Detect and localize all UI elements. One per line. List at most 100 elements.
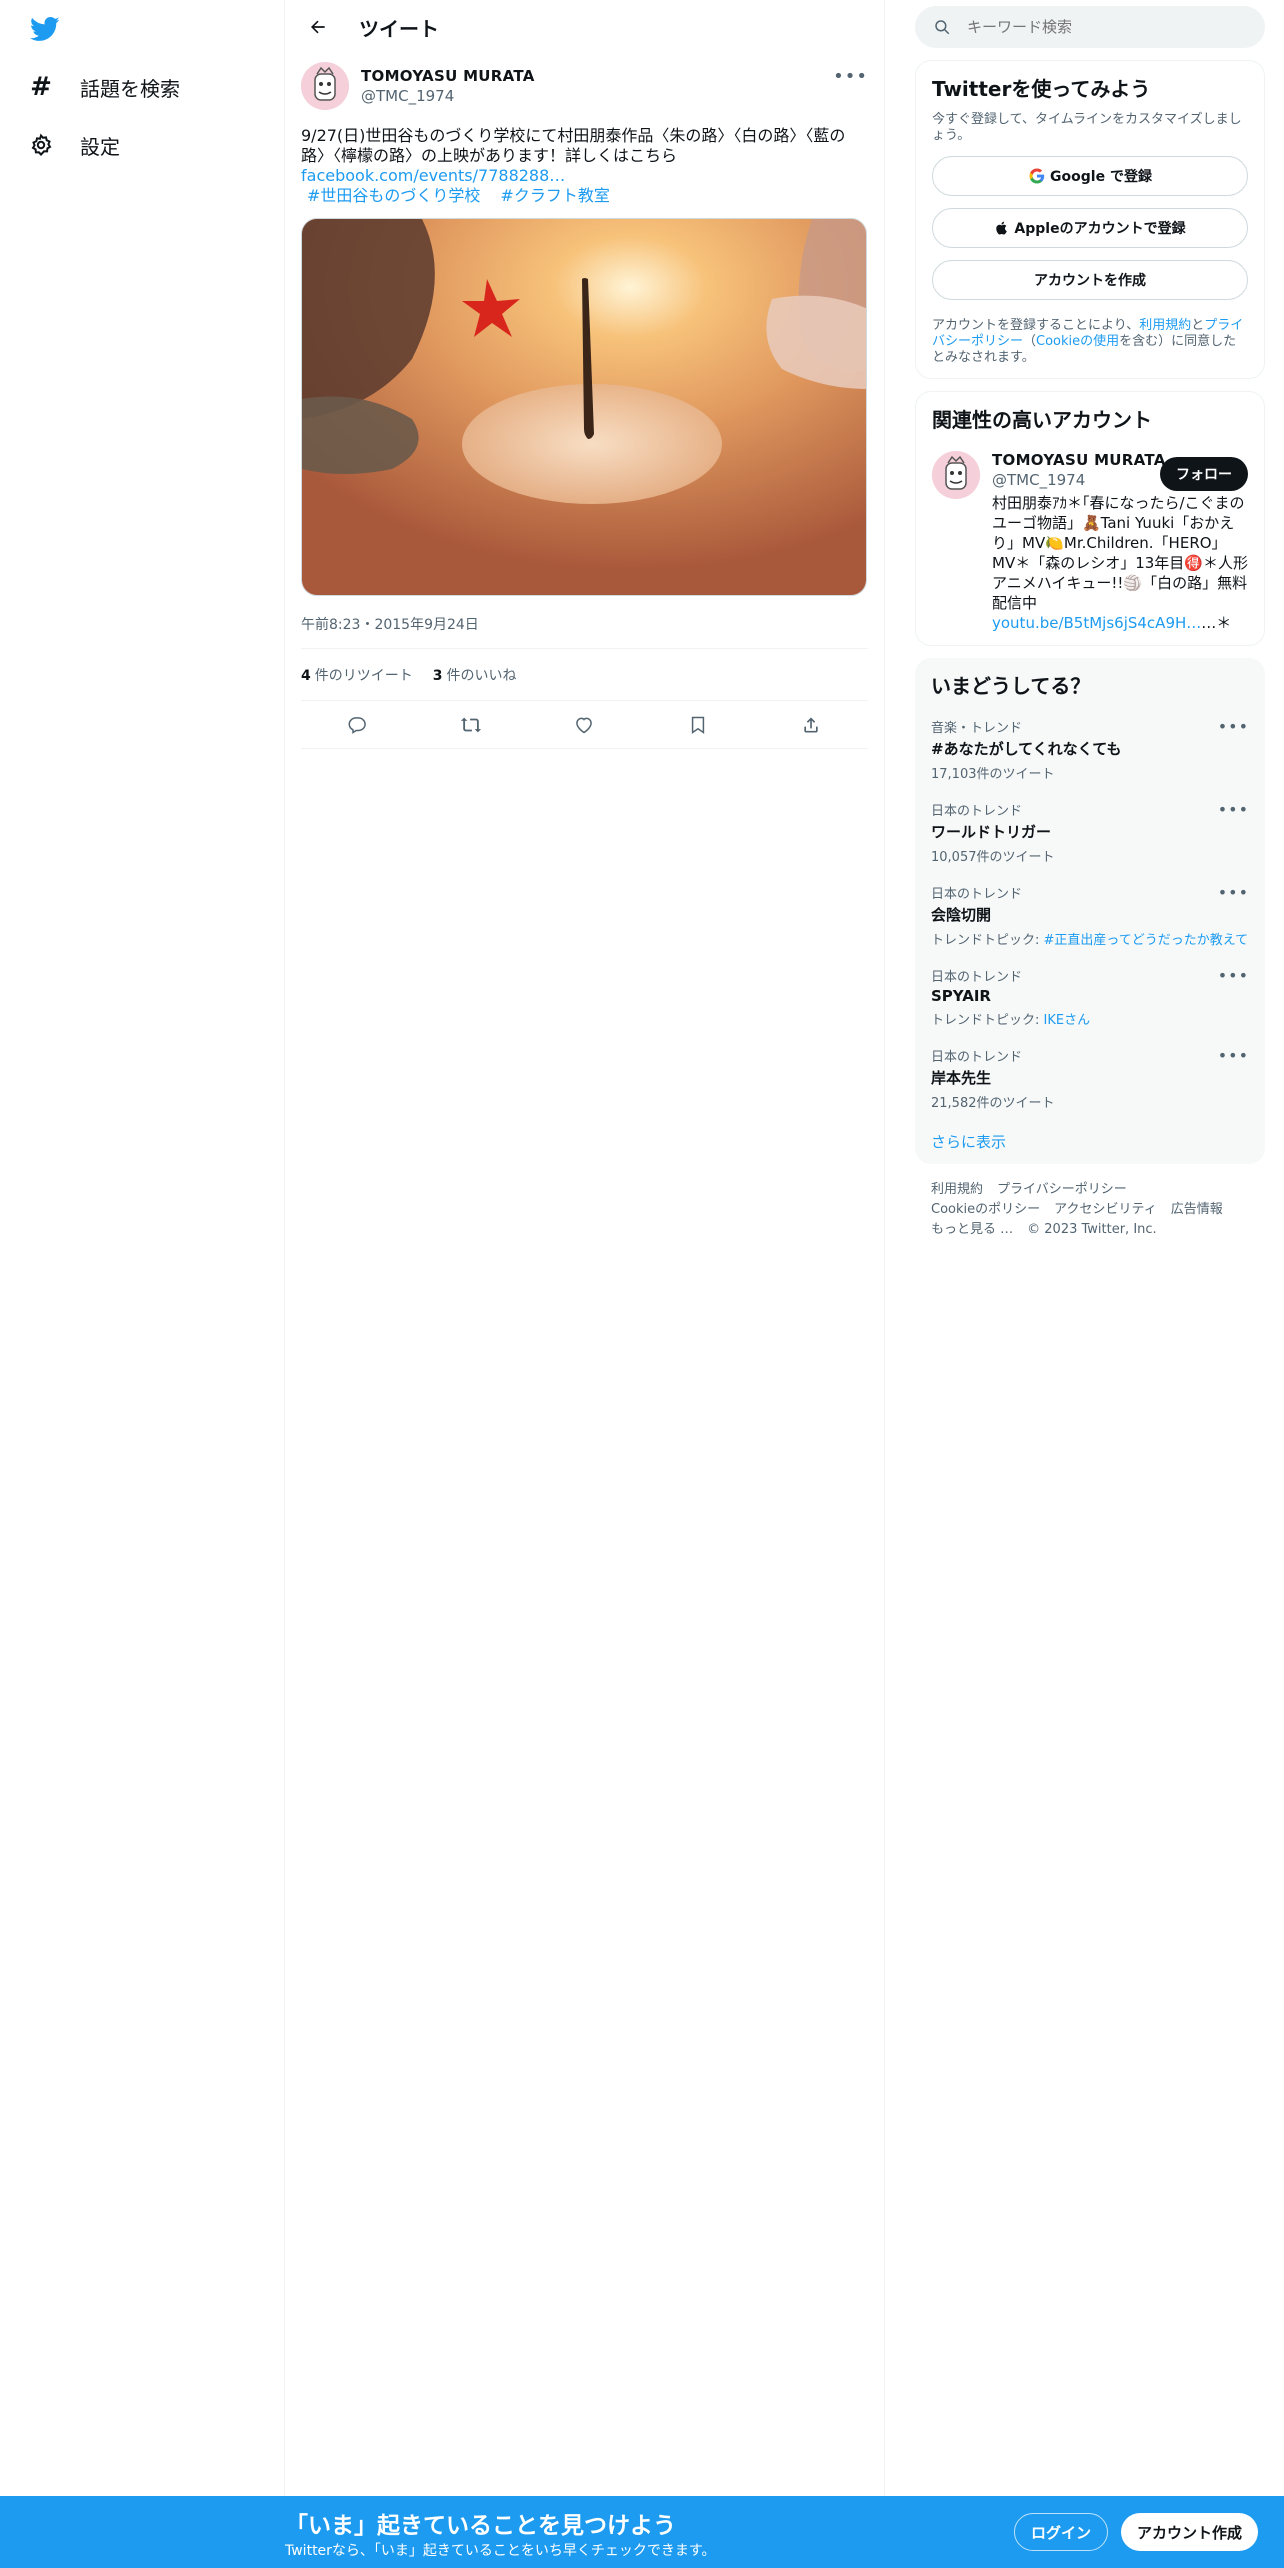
like-heart-icon[interactable]: [566, 707, 602, 743]
tweet-stats: 4 件のリツイート 3 件のいいね: [301, 649, 868, 701]
trend-topic-link[interactable]: IKEさん: [1044, 1013, 1091, 1028]
signup-card: Twitterを使ってみよう 今すぐ登録して、タイムラインをカスタマイズしましょ…: [915, 60, 1265, 379]
google-signup-label: Google で登録: [1050, 169, 1152, 185]
related-account-row[interactable]: TOMOYASU MURATA @TMC_1974 村田朋泰ｱｶ＊｢春になったら…: [932, 451, 1248, 633]
tweet-link[interactable]: facebook.com/events/7788288…: [301, 166, 565, 185]
retweet-icon[interactable]: [453, 707, 489, 743]
create-account-button[interactable]: アカウントを作成: [932, 260, 1248, 300]
legal-and: と: [1191, 318, 1205, 333]
bookmark-icon[interactable]: [680, 707, 716, 743]
likes-stat[interactable]: 3 件のいいね: [433, 665, 517, 685]
more-options-icon[interactable]: •••: [833, 66, 868, 87]
footer-link[interactable]: 利用規約: [931, 1182, 983, 1197]
signup-button[interactable]: アカウント作成: [1121, 2513, 1259, 2551]
trend-topic: トレンドトピック: #正直出産ってどうだったか教えて: [931, 929, 1249, 948]
trend-name: #あなたがしてくれなくても: [931, 740, 1122, 758]
cookie-link[interactable]: Cookieの使用: [1036, 334, 1119, 349]
nav-settings[interactable]: 設定: [26, 120, 120, 170]
more-options-icon[interactable]: •••: [1218, 883, 1249, 902]
trend-item[interactable]: 日本のトレンド ワールドトリガー 10,057件のツイート •••: [931, 792, 1249, 875]
trends-list: 音楽・トレンド #あなたがしてくれなくても 17,103件のツイート ••• 日…: [931, 709, 1249, 1121]
follow-button[interactable]: フォロー: [1160, 457, 1248, 491]
signup-title: Twitterを使ってみよう: [932, 77, 1151, 101]
share-icon[interactable]: [793, 707, 829, 743]
trend-topic-label: トレンドトピック:: [931, 1013, 1044, 1028]
left-navigation: # 話題を検索 設定: [0, 0, 285, 2568]
trend-meta: 日本のトレンド: [931, 1050, 1023, 1065]
login-button[interactable]: ログイン: [1014, 2513, 1109, 2551]
more-options-icon[interactable]: •••: [1218, 717, 1249, 736]
trend-meta: 日本のトレンド: [931, 970, 1023, 985]
reply-icon[interactable]: [340, 707, 376, 743]
likes-count: 3: [432, 667, 443, 684]
trend-item[interactable]: 日本のトレンド SPYAIR トレンドトピック: IKEさん •••: [931, 958, 1249, 1038]
hashtag-icon: #: [30, 72, 52, 102]
google-icon: [1029, 168, 1045, 184]
avatar[interactable]: [301, 62, 349, 110]
footer-row-1: 利用規約 プライバシーポリシー: [931, 1180, 1249, 1200]
search-icon: [935, 20, 950, 35]
search-input[interactable]: [967, 18, 1227, 36]
nav-settings-label: 設定: [80, 134, 120, 159]
tweet-actions: [301, 701, 868, 749]
create-account-label: アカウントを作成: [1034, 273, 1146, 289]
avatar[interactable]: [932, 451, 980, 499]
author-info[interactable]: TOMOYASU MURATA @TMC_1974: [361, 67, 535, 105]
tweet-body: 9/27(日)世田谷ものづくり学校にて村田朋泰作品〈朱の路〉〈白の路〉〈藍の路〉…: [301, 126, 846, 165]
search-bar[interactable]: [915, 6, 1265, 48]
tweet-timestamp[interactable]: 午前8:23・2015年9月24日: [301, 614, 868, 649]
show-more-link[interactable]: さらに表示: [931, 1131, 1249, 1152]
main-column: ツイート TOMOYASU MURATA @TMC_1974 ••• 9/27(…: [285, 0, 885, 2568]
apple-signup-button[interactable]: Appleのアカウントで登録: [932, 208, 1248, 248]
back-button[interactable]: [301, 10, 335, 44]
trend-item[interactable]: 日本のトレンド 岸本先生 21,582件のツイート •••: [931, 1038, 1249, 1121]
tweet-author-row: TOMOYASU MURATA @TMC_1974 •••: [301, 54, 868, 118]
retweets-stat[interactable]: 4 件のリツイート: [301, 665, 413, 685]
related-bio-tail: …＊: [1201, 614, 1232, 632]
banner-title: 「いま」起きていることを見つけよう: [285, 2513, 676, 2539]
apple-signup-label: Appleのアカウントで登録: [1014, 221, 1186, 237]
more-options-icon[interactable]: •••: [1218, 1046, 1249, 1065]
hashtag-link[interactable]: #クラフト教室: [500, 186, 609, 205]
more-options-icon[interactable]: •••: [1218, 966, 1249, 985]
bottom-signup-banner: 「いま」起きていることを見つけよう Twitterなら、「いま」起きていることを…: [0, 2496, 1284, 2568]
trend-name: 会陰切開: [931, 906, 992, 924]
footer-link[interactable]: Cookieのポリシー: [931, 1202, 1040, 1217]
nav-explore[interactable]: # 話題を検索: [26, 62, 180, 112]
trends-card: いまどうしてる？ 音楽・トレンド #あなたがしてくれなくても 17,103件のツ…: [915, 658, 1265, 1164]
related-title: 関連性の高いアカウント: [932, 408, 1152, 432]
trend-count: 10,057件のツイート: [931, 850, 1055, 865]
trend-name: ワールドトリガー: [931, 823, 1052, 841]
trend-meta: 音楽・トレンド: [931, 721, 1023, 736]
footer-more-link[interactable]: もっと見る …: [931, 1222, 1013, 1237]
terms-link[interactable]: 利用規約: [1139, 318, 1191, 333]
footer-link[interactable]: プライバシーポリシー: [997, 1182, 1127, 1197]
trend-count: 17,103件のツイート: [931, 767, 1055, 782]
related-accounts-card: 関連性の高いアカウント TOMOYASU MURATA @TMC_1974 村田…: [915, 391, 1265, 646]
trend-count: 21,582件のツイート: [931, 1096, 1055, 1111]
trend-topic-link[interactable]: #正直出産ってどうだったか教えて: [1044, 933, 1249, 948]
trend-topic: トレンドトピック: IKEさん: [931, 1009, 1249, 1028]
hashtag-link[interactable]: #世田谷ものづくり学校: [307, 186, 480, 205]
banner-subtitle: Twitterなら、「いま」起きていることをいち早くチェックできます。: [285, 2543, 716, 2559]
twitter-logo-icon[interactable]: [28, 14, 64, 44]
retweets-count: 4: [301, 667, 311, 684]
footer-link[interactable]: 広告情報: [1171, 1202, 1223, 1217]
nav-explore-label: 話題を検索: [80, 76, 180, 101]
apple-icon: [996, 221, 1008, 235]
signup-legal: アカウントを登録することにより、利用規約とプライバシーポリシー（Cookieの使…: [932, 318, 1248, 366]
tweet-detail: TOMOYASU MURATA @TMC_1974 ••• 9/27(日)世田谷…: [285, 54, 884, 749]
legal-prefix: アカウントを登録することにより、: [932, 318, 1140, 333]
footer-link[interactable]: アクセシビリティ: [1054, 1202, 1157, 1217]
footer-copyright: © 2023 Twitter, Inc.: [1027, 1222, 1157, 1237]
author-handle: @TMC_1974: [361, 87, 455, 105]
back-arrow-icon: [311, 20, 325, 34]
trend-item[interactable]: 音楽・トレンド #あなたがしてくれなくても 17,103件のツイート •••: [931, 709, 1249, 792]
google-signup-button[interactable]: Google で登録: [932, 156, 1248, 196]
more-options-icon[interactable]: •••: [1218, 800, 1249, 819]
related-bio-link[interactable]: youtu.be/B5tMjs6jS4cA9H…: [992, 614, 1201, 632]
trend-meta: 日本のトレンド: [931, 887, 1023, 902]
trend-item[interactable]: 日本のトレンド 会陰切開 トレンドトピック: #正直出産ってどうだったか教えて …: [931, 875, 1249, 958]
retweets-label: 件のリツイート: [314, 667, 413, 684]
tweet-photo[interactable]: [301, 218, 867, 596]
